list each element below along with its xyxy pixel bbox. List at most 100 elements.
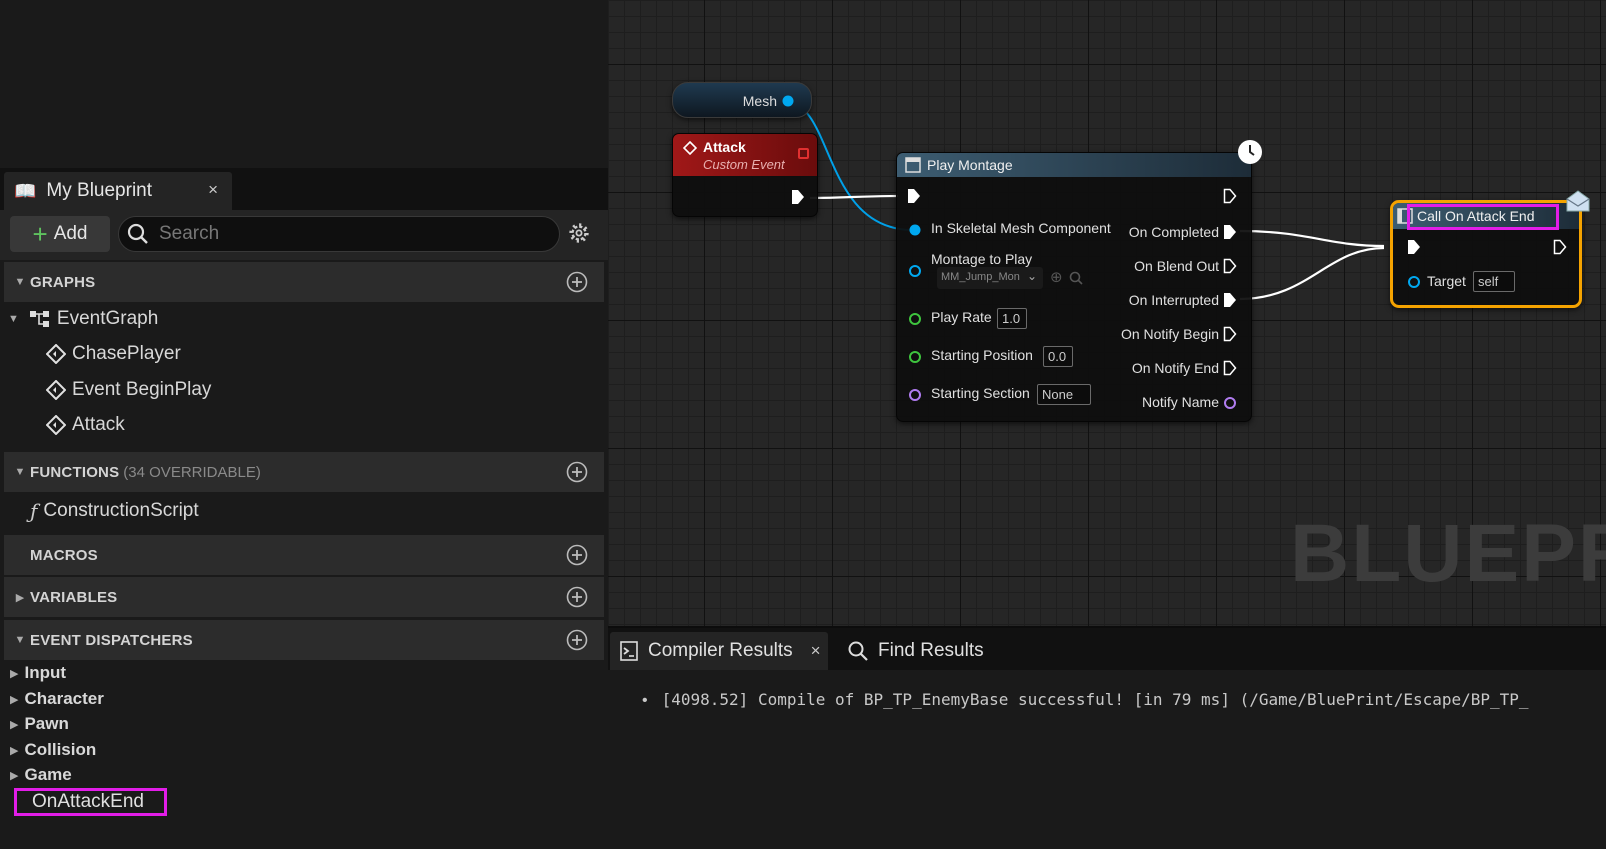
tree-item-label: ConstructionScript	[43, 500, 199, 521]
section-event-dispatchers[interactable]: ▼ EVENT DISPATCHERS	[4, 620, 604, 660]
name-pin-icon[interactable]	[1223, 396, 1237, 410]
my-blueprint-panel: 📖 My Blueprint × + Add Search ▼ GRAPHS ▼…	[0, 0, 608, 849]
tab-compiler-results[interactable]: Compiler Results ×	[610, 632, 828, 670]
add-circle-icon[interactable]	[566, 271, 588, 293]
starting-position-field[interactable]: 0.0	[1043, 346, 1073, 367]
search-icon[interactable]	[1069, 271, 1083, 285]
search-input[interactable]	[159, 223, 539, 245]
dispatcher-category-character[interactable]: ▶ Character	[10, 689, 104, 709]
montage-value: MM_Jump_Mon	[941, 271, 1020, 283]
tree-item-eventgraph[interactable]: ▼ EventGraph	[8, 308, 158, 330]
section-title: FUNCTIONS	[30, 463, 120, 481]
results-panel: Compiler Results × Find Results • [4098.5…	[608, 626, 1606, 849]
exec-out-pin-icon[interactable]	[1223, 326, 1237, 342]
section-graphs[interactable]: ▼ GRAPHS	[4, 262, 604, 302]
section-title: EVENT DISPATCHERS	[30, 631, 193, 649]
mesh-variable-node[interactable]: Mesh	[672, 82, 812, 118]
wire-exec-attack-to-montage	[809, 194, 899, 200]
exec-out-pin-icon[interactable]	[1223, 258, 1237, 274]
event-diamond-icon	[46, 380, 66, 400]
attack-event-node[interactable]: Attack Custom Event	[672, 133, 818, 217]
add-circle-icon[interactable]	[566, 586, 588, 608]
section-functions[interactable]: ▼ FUNCTIONS (34 OVERRIDABLE)	[4, 452, 604, 492]
category-label: Collision	[24, 740, 97, 759]
dispatcher-category-game[interactable]: ▶ Game	[10, 765, 72, 785]
dispatcher-category-pawn[interactable]: ▶ Pawn	[10, 714, 69, 734]
float-pin-icon[interactable]	[908, 312, 922, 326]
expand-arrow-icon: ▶	[10, 718, 19, 731]
event-graph-icon	[29, 311, 49, 327]
tab-my-blueprint[interactable]: 📖 My Blueprint ×	[4, 172, 232, 210]
dispatcher-category-collision[interactable]: ▶ Collision	[10, 740, 96, 760]
play-montage-node[interactable]: Play Montage In Skeletal Mesh Component …	[896, 140, 1262, 422]
delegate-pin-icon[interactable]	[798, 148, 809, 159]
add-circle-icon[interactable]	[566, 629, 588, 651]
chevron-down-icon: ⌄	[1026, 269, 1037, 283]
exec-in-pin-icon[interactable]	[907, 188, 921, 204]
section-title: GRAPHS	[30, 273, 96, 291]
name-pin-icon[interactable]	[908, 388, 922, 402]
pin-label: Starting Position	[931, 347, 1033, 363]
event-diamond-icon	[46, 344, 66, 364]
tab-find-results[interactable]: Find Results	[848, 632, 1018, 670]
exec-out-pin-icon[interactable]	[1223, 188, 1237, 204]
target-field[interactable]: self	[1473, 271, 1515, 292]
dispatcher-category-input[interactable]: ▶ Input	[10, 663, 66, 683]
wire-completed-to-call	[1239, 229, 1385, 248]
expand-arrow-icon: ▶	[10, 744, 19, 757]
exec-out-pin-icon[interactable]	[1223, 224, 1237, 240]
event-diamond-icon	[683, 141, 697, 155]
dispatcher-item-onattackend[interactable]: OnAttackEnd	[14, 788, 167, 816]
search-box[interactable]	[118, 216, 560, 252]
log-text: [4098.52] Compile of BP_TP_EnemyBase suc…	[661, 690, 1529, 709]
plus-icon: +	[32, 219, 48, 249]
node-title: Play Montage	[927, 157, 1013, 173]
play-rate-field[interactable]: 1.0	[997, 308, 1027, 329]
add-circle-icon[interactable]	[566, 461, 588, 483]
clock-icon	[1238, 140, 1262, 164]
pin-label: On Completed	[1128, 224, 1219, 240]
expand-arrow-icon: ▶	[10, 693, 19, 706]
browse-asset-icon[interactable]: ⊕	[1050, 268, 1063, 286]
expand-arrow-icon: ▶	[10, 667, 19, 680]
starting-section-field[interactable]: None	[1037, 384, 1091, 405]
tree-item-event[interactable]: Event BeginPlay	[46, 379, 211, 401]
section-subtitle: (34 OVERRIDABLE)	[123, 463, 261, 481]
gear-icon[interactable]	[568, 222, 590, 244]
search-icon	[848, 641, 868, 661]
close-icon[interactable]: ×	[208, 180, 218, 200]
add-button[interactable]: + Add	[10, 216, 110, 252]
wire-interrupted-to-call	[1239, 246, 1385, 301]
exec-out-pin-icon[interactable]	[1223, 292, 1237, 308]
add-circle-icon[interactable]	[566, 544, 588, 566]
tab-bar: 📖 My Blueprint ×	[0, 168, 608, 210]
tree-item-function[interactable]: ƒ ConstructionScript	[30, 499, 199, 523]
exec-out-pin-icon[interactable]	[791, 189, 805, 205]
function-icon: ƒ	[30, 499, 38, 523]
exec-out-pin-icon[interactable]	[1223, 360, 1237, 376]
call-on-attack-end-node[interactable]: Call On Attack End Target self	[1390, 190, 1590, 308]
exec-out-pin-icon[interactable]	[1553, 239, 1567, 255]
tree-item-event[interactable]: ChasePlayer	[46, 343, 181, 365]
pin-label: Notify Name	[1141, 394, 1219, 410]
section-title: MACROS	[30, 546, 98, 564]
collapse-arrow-icon: ▼	[14, 466, 26, 478]
function-node-icon	[905, 157, 921, 173]
float-pin-icon[interactable]	[908, 350, 922, 364]
blueprint-graph-canvas[interactable]: BLUEPRI Mesh Attack Custom Event	[608, 0, 1606, 626]
object-pin-icon[interactable]	[908, 264, 922, 278]
close-icon[interactable]: ×	[811, 641, 821, 661]
compiler-log-line: • [4098.52] Compile of BP_TP_EnemyBase su…	[642, 690, 1529, 710]
object-pin-icon[interactable]	[1407, 275, 1421, 289]
object-pin-icon[interactable]	[781, 94, 795, 108]
exec-in-pin-icon[interactable]	[1407, 239, 1421, 255]
tab-label: Find Results	[878, 640, 984, 661]
object-pin-icon[interactable]	[908, 223, 922, 237]
tree-item-event[interactable]: Attack	[46, 414, 125, 436]
node-title: Call On Attack End	[1417, 208, 1535, 224]
collapse-arrow-icon: ▼	[8, 313, 19, 325]
section-variables[interactable]: ▶ VARIABLES	[4, 577, 604, 617]
collapse-arrow-icon: ▼	[14, 276, 26, 288]
montage-asset-dropdown[interactable]: MM_Jump_Mon ⌄	[937, 267, 1043, 289]
section-macros[interactable]: MACROS	[4, 535, 604, 575]
